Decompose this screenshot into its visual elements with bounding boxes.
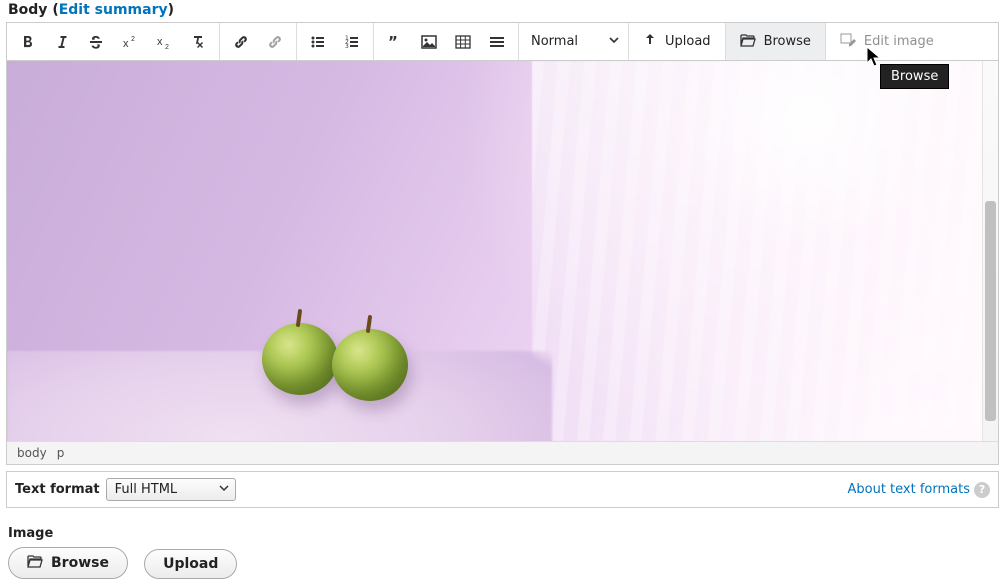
strike-button[interactable] — [79, 24, 113, 60]
text-format-value: Full HTML — [115, 482, 178, 497]
browse-button[interactable]: Browse — [726, 23, 826, 60]
select-chevron-icon — [219, 482, 229, 497]
upload-label: Upload — [665, 34, 711, 49]
remove-format-button[interactable] — [181, 24, 215, 60]
text-format-select[interactable]: Full HTML — [106, 478, 236, 501]
browse-tooltip: Browse — [880, 64, 949, 89]
path-body[interactable]: body — [17, 446, 47, 460]
hr-button[interactable] — [480, 24, 514, 60]
upload-button[interactable]: Upload — [629, 23, 726, 60]
bold-button[interactable] — [11, 24, 45, 60]
editor-content-area[interactable] — [7, 61, 998, 441]
help-icon: ? — [974, 482, 990, 498]
path-p[interactable]: p — [57, 446, 65, 460]
image-upload-button[interactable]: Upload — [144, 549, 237, 579]
svg-text:2: 2 — [165, 44, 169, 50]
svg-text:x: x — [123, 38, 129, 50]
image-field-label: Image — [8, 526, 999, 541]
text-format-label: Text format — [15, 482, 100, 497]
editor-toolbar: x2 x2 123 — [7, 23, 998, 61]
ordered-list-button[interactable]: 123 — [335, 24, 369, 60]
image-upload-label: Upload — [163, 556, 218, 572]
blockquote-button[interactable]: ” — [378, 24, 412, 60]
paragraph-style-dropdown[interactable]: Normal — [519, 23, 629, 60]
folder-open-icon — [27, 554, 43, 572]
svg-text:x: x — [157, 36, 163, 48]
about-label: About text formats — [847, 482, 970, 497]
content-image — [7, 61, 982, 441]
image-button[interactable] — [412, 24, 446, 60]
svg-text:3: 3 — [345, 43, 349, 50]
svg-text:”: ” — [388, 34, 398, 50]
body-label-text: Body — [8, 2, 47, 18]
edit-summary-link[interactable]: Edit summary — [59, 2, 168, 18]
body-field-label: Body (Edit summary) — [0, 0, 1005, 20]
image-browse-button[interactable]: Browse — [8, 547, 128, 579]
italic-button[interactable] — [45, 24, 79, 60]
mouse-cursor-icon — [866, 46, 884, 72]
paragraph-style-value: Normal — [531, 34, 578, 49]
text-format-row: Text format Full HTML About text formats… — [6, 471, 999, 508]
browse-label: Browse — [764, 34, 811, 49]
chevron-down-icon — [608, 34, 620, 50]
vertical-scrollbar[interactable] — [982, 61, 998, 441]
rich-text-editor: x2 x2 123 — [6, 22, 999, 465]
edit-image-icon — [840, 33, 856, 51]
element-path-bar: body p — [7, 441, 998, 464]
table-button[interactable] — [446, 24, 480, 60]
image-browse-label: Browse — [51, 555, 109, 571]
svg-text:2: 2 — [131, 36, 135, 43]
upload-icon — [643, 33, 657, 51]
edit-image-button: Edit image — [826, 23, 948, 60]
bullet-list-button[interactable] — [301, 24, 335, 60]
superscript-button[interactable]: x2 — [113, 24, 147, 60]
unlink-button — [258, 24, 292, 60]
folder-open-icon — [740, 33, 756, 51]
about-text-formats-link[interactable]: About text formats ? — [847, 482, 990, 498]
link-button[interactable] — [224, 24, 258, 60]
subscript-button[interactable]: x2 — [147, 24, 181, 60]
